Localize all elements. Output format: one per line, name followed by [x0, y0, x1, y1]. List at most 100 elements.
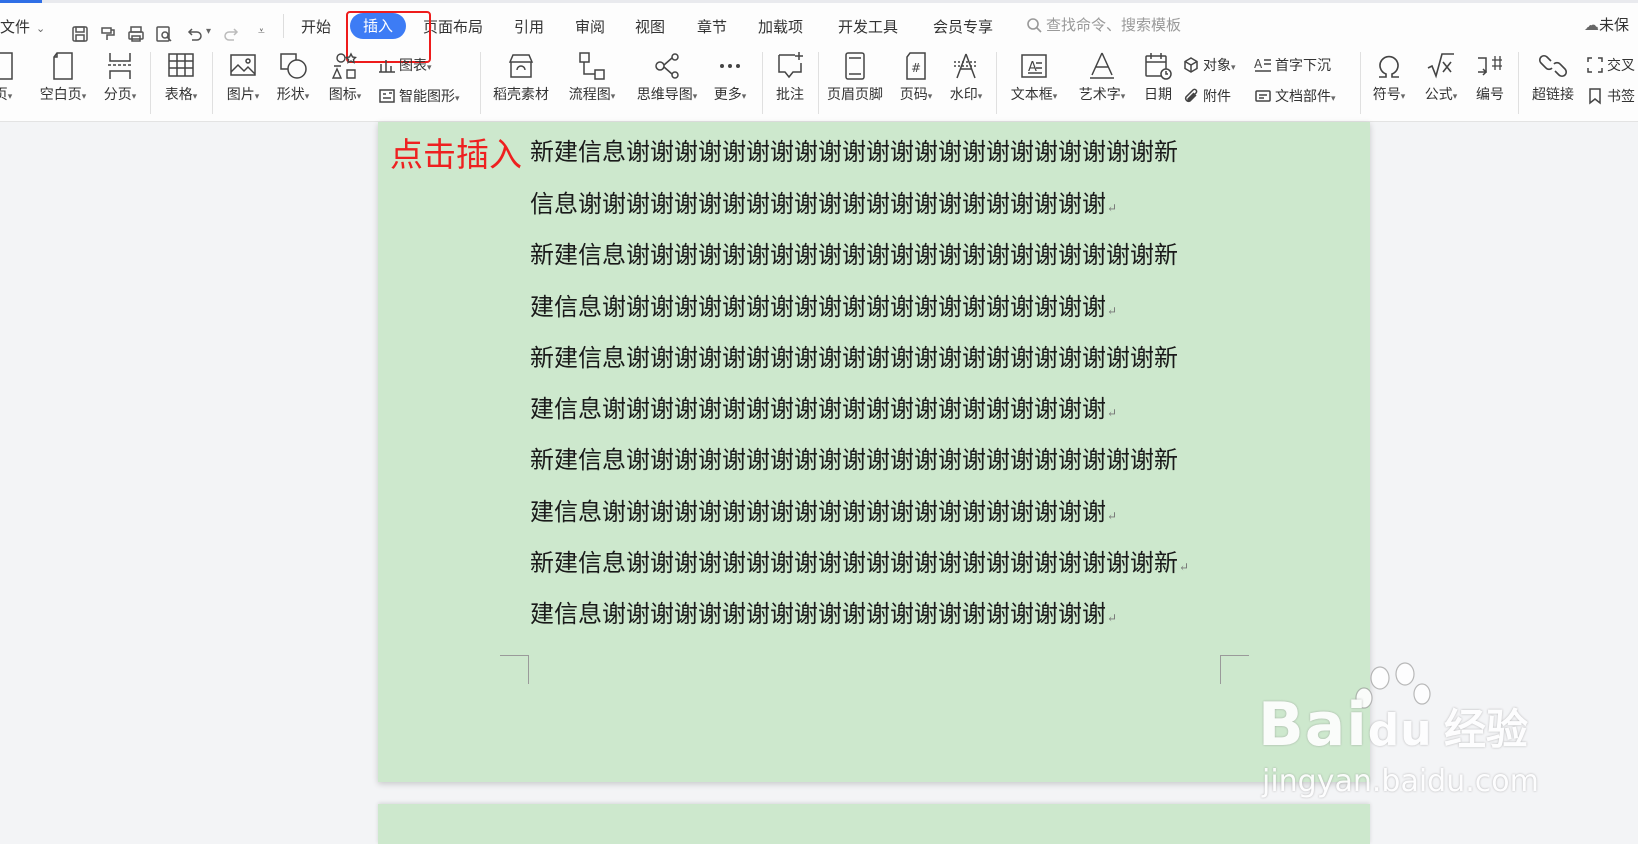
- more-icon: [715, 50, 745, 82]
- object-label: 对象: [1203, 58, 1231, 74]
- paragraph-line[interactable]: 建信息谢谢谢谢谢谢谢谢谢谢谢谢谢谢谢谢谢谢谢谢谢↵: [530, 594, 1117, 629]
- watermark-button[interactable]: 水印▾: [944, 50, 988, 104]
- search-command[interactable]: 查找命令、搜索模板: [1026, 14, 1181, 35]
- formula-button[interactable]: 公式▾: [1418, 50, 1464, 104]
- watermark-icon: [951, 50, 981, 82]
- document-page-next[interactable]: [378, 804, 1370, 844]
- search-placeholder: 查找命令、搜索模板: [1046, 16, 1182, 34]
- line-text: 建信息谢谢谢谢谢谢谢谢谢谢谢谢谢谢谢谢谢谢谢谢谢: [530, 498, 1106, 526]
- picture-label: 图片: [226, 87, 255, 103]
- table-button[interactable]: 表格▾: [158, 50, 204, 104]
- more-button[interactable]: 更多▾: [708, 50, 752, 104]
- search-icon: [1027, 18, 1042, 33]
- numbering-label: 编号: [1476, 87, 1504, 103]
- cover-page-icon: [0, 50, 18, 82]
- paragraph-line[interactable]: 建信息谢谢谢谢谢谢谢谢谢谢谢谢谢谢谢谢谢谢谢谢谢↵: [530, 287, 1117, 322]
- paragraph-line[interactable]: 新建信息谢谢谢谢谢谢谢谢谢谢谢谢谢谢谢谢谢谢谢谢谢谢新↵: [530, 543, 1189, 578]
- tab-references[interactable]: 引用: [514, 16, 544, 37]
- flowchart-button[interactable]: 流程图▾: [562, 50, 622, 104]
- cloud-save-status[interactable]: ☁未保: [1584, 14, 1629, 35]
- line-text: 新建信息谢谢谢谢谢谢谢谢谢谢谢谢谢谢谢谢谢谢谢谢谢谢新: [530, 446, 1178, 474]
- shell-material-button[interactable]: 稻壳素材: [488, 50, 554, 104]
- watermark-brand-du: du: [1367, 705, 1433, 756]
- active-indicator: [0, 0, 42, 3]
- symbol-button[interactable]: 符号▾: [1366, 50, 1412, 104]
- mindmap-button[interactable]: 思维导图▾: [630, 50, 704, 104]
- undo-dropdown-icon[interactable]: ▾: [206, 26, 211, 37]
- page-break-button[interactable]: 分页▾: [98, 50, 142, 104]
- attachment-button[interactable]: 附件: [1182, 86, 1231, 106]
- text-box-button[interactable]: A 文本框▾: [1004, 50, 1064, 104]
- table-icon: [166, 50, 196, 82]
- line-text: 新建信息谢谢谢谢谢谢谢谢谢谢谢谢谢谢谢谢谢谢谢谢谢谢新: [530, 344, 1178, 372]
- tab-chapter[interactable]: 章节: [697, 16, 727, 37]
- doc-parts-label: 文档部件: [1275, 89, 1331, 105]
- picture-button[interactable]: 图片▾: [220, 50, 266, 104]
- word-art-button[interactable]: 艺术字▾: [1072, 50, 1132, 104]
- picture-icon: [228, 50, 258, 82]
- bookmark-button[interactable]: 书签: [1586, 86, 1635, 106]
- tab-review[interactable]: 审阅: [575, 16, 605, 37]
- drop-cap-label: 首字下沉: [1275, 58, 1331, 74]
- print-preview-icon[interactable]: [154, 24, 174, 44]
- customize-quick-access-icon[interactable]: ⩡: [258, 24, 265, 39]
- paragraph-line[interactable]: 建信息谢谢谢谢谢谢谢谢谢谢谢谢谢谢谢谢谢谢谢谢谢↵: [530, 492, 1117, 527]
- comment-button[interactable]: 批注: [770, 50, 810, 104]
- tab-page-layout[interactable]: 页面布局: [423, 16, 483, 37]
- word-art-icon: [1087, 50, 1117, 82]
- object-icon: [1184, 57, 1198, 73]
- line-text: 建信息谢谢谢谢谢谢谢谢谢谢谢谢谢谢谢谢谢谢谢谢谢: [530, 395, 1106, 423]
- cover-page-label: 页: [0, 87, 8, 103]
- svg-text:#: #: [911, 61, 921, 75]
- comment-icon: [775, 50, 805, 82]
- ribbon-separator: [1518, 52, 1519, 114]
- drop-cap-button[interactable]: A 首字下沉: [1254, 55, 1331, 75]
- smart-shape-button[interactable]: 智能图形▾: [378, 86, 460, 106]
- date-button[interactable]: 日期: [1136, 50, 1180, 104]
- tab-addins[interactable]: 加载项: [758, 16, 803, 37]
- flowchart-label: 流程图: [568, 87, 611, 103]
- object-button[interactable]: 对象▾: [1182, 55, 1236, 75]
- date-label: 日期: [1144, 87, 1172, 103]
- paragraph-line[interactable]: 新建信息谢谢谢谢谢谢谢谢谢谢谢谢谢谢谢谢谢谢谢谢谢谢新: [530, 440, 1178, 475]
- cover-page-button[interactable]: 页▾: [0, 50, 20, 104]
- paragraph-line[interactable]: 新建信息谢谢谢谢谢谢谢谢谢谢谢谢谢谢谢谢谢谢谢谢谢谢新: [530, 235, 1178, 270]
- undo-icon[interactable]: [184, 24, 204, 44]
- paragraph-line[interactable]: 新建信息谢谢谢谢谢谢谢谢谢谢谢谢谢谢谢谢谢谢谢谢谢谢新: [530, 132, 1178, 167]
- paragraph-line[interactable]: 信息谢谢谢谢谢谢谢谢谢谢谢谢谢谢谢谢谢谢谢谢谢谢↵: [530, 184, 1117, 219]
- header-footer-icon: [840, 50, 870, 82]
- chart-button[interactable]: 图表▾: [378, 55, 432, 75]
- blank-page-button[interactable]: 空白页▾: [30, 50, 96, 104]
- shape-icon: [278, 50, 308, 82]
- ribbon-separator: [212, 52, 213, 114]
- hyperlink-button[interactable]: 超链接: [1524, 50, 1582, 104]
- format-painter-icon[interactable]: [98, 24, 118, 44]
- paragraph-mark-icon: ↵: [1179, 560, 1190, 574]
- mindmap-label: 思维导图: [636, 87, 693, 103]
- cloud-icon: ☁: [1584, 16, 1599, 34]
- print-icon[interactable]: [126, 24, 146, 44]
- hyperlink-label: 超链接: [1532, 87, 1574, 103]
- icon-library-button[interactable]: 图标▾: [322, 50, 368, 104]
- numbering-button[interactable]: 编号: [1468, 50, 1512, 104]
- doc-parts-button[interactable]: 文档部件▾: [1254, 86, 1336, 106]
- tab-home[interactable]: 开始: [301, 16, 331, 37]
- save-icon[interactable]: [70, 24, 90, 44]
- tab-view[interactable]: 视图: [635, 16, 665, 37]
- tab-developer[interactable]: 开发工具: [838, 16, 898, 37]
- icon-library-label: 图标: [328, 87, 357, 103]
- file-menu[interactable]: 文件 ⌄: [0, 16, 45, 37]
- cross-reference-button[interactable]: 交叉: [1586, 55, 1635, 75]
- omega-icon: [1374, 50, 1404, 82]
- header-footer-button[interactable]: 页眉页脚: [822, 50, 888, 104]
- shape-button[interactable]: 形状▾: [270, 50, 316, 104]
- doc-parts-icon: [1255, 90, 1271, 102]
- bookmark-icon: [1589, 88, 1601, 105]
- shell-material-label: 稻壳素材: [493, 87, 549, 103]
- paragraph-line[interactable]: 建信息谢谢谢谢谢谢谢谢谢谢谢谢谢谢谢谢谢谢谢谢谢↵: [530, 389, 1117, 424]
- redo-icon[interactable]: [222, 24, 242, 44]
- paragraph-line[interactable]: 新建信息谢谢谢谢谢谢谢谢谢谢谢谢谢谢谢谢谢谢谢谢谢谢新: [530, 338, 1178, 373]
- tab-member[interactable]: 会员专享: [933, 16, 993, 37]
- page-number-label: 页码: [899, 87, 928, 103]
- page-number-button[interactable]: # 页码▾: [894, 50, 938, 104]
